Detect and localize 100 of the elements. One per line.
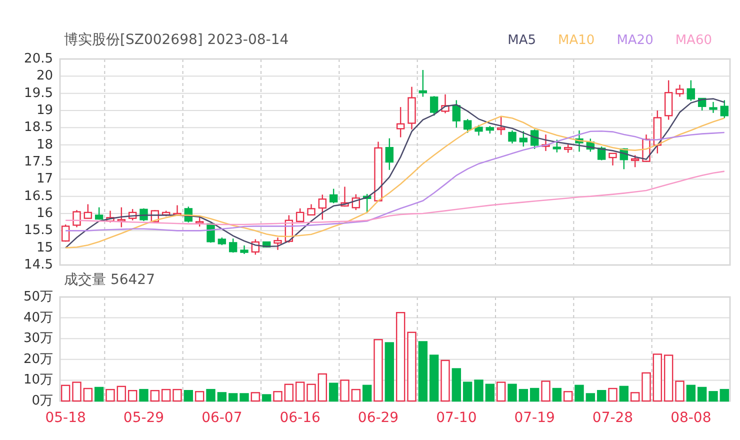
candlestick [307, 204, 316, 216]
axis-label: 16 [36, 206, 53, 221]
candlestick [195, 216, 204, 227]
legend-label: MA10 [558, 32, 595, 48]
volume-bar [284, 384, 294, 402]
candlestick [709, 102, 718, 113]
candlestick [698, 98, 706, 110]
axis-label: 19.5 [24, 86, 53, 101]
axis-label: 40万 [23, 310, 53, 326]
legend-label: MA20 [616, 32, 654, 48]
candlestick [72, 210, 81, 228]
candlestick [408, 86, 416, 130]
candlestick [262, 241, 271, 248]
volume-bar [586, 393, 596, 402]
volume-bar [675, 380, 684, 402]
volume-bar [708, 391, 718, 402]
axis-label: 15.5 [24, 223, 53, 238]
axis-label: 10万 [23, 372, 53, 388]
volume-bar [686, 384, 696, 402]
date-label: 08-08 [670, 410, 712, 426]
axis-label: 30万 [23, 331, 53, 346]
chart-title: 博实股份[SZ002698] 2023-08-14 [64, 31, 289, 49]
legend-label: MA60 [675, 32, 712, 48]
volume-bar [541, 380, 550, 402]
volume-bar [228, 393, 238, 402]
volume-bar [440, 360, 450, 402]
candlestick [441, 94, 450, 114]
candlestick [352, 194, 360, 210]
axis-label: 20.5 [24, 52, 53, 66]
volume-bar [374, 339, 383, 402]
volume-bar [72, 382, 82, 402]
axis-label: 20 [36, 68, 53, 84]
volume-bar [596, 390, 606, 402]
axis-label: 17 [36, 172, 53, 187]
volume-bar [474, 380, 484, 402]
volume-bar [642, 372, 651, 402]
candlestick [318, 194, 327, 220]
candlestick [463, 119, 472, 133]
volume-bar [184, 390, 194, 402]
volume-bar [485, 384, 495, 402]
candlestick [374, 142, 382, 202]
candlestick [664, 80, 673, 120]
chart-title: 成交量 56427 [64, 271, 155, 289]
candlestick [508, 130, 516, 144]
volume-bar [407, 332, 416, 402]
volume-bar [206, 388, 216, 402]
date-label: 05-18 [45, 410, 86, 426]
volume-bar [608, 388, 618, 402]
axis-label: 20万 [23, 352, 53, 367]
candlestick [542, 134, 550, 152]
candlestick [396, 107, 405, 138]
candlestick [117, 207, 126, 228]
candlestick [620, 148, 628, 170]
volume-bar [217, 392, 227, 402]
volume-bar [652, 354, 662, 402]
candlestick [486, 126, 494, 134]
candlestick [274, 238, 282, 250]
candlestick [586, 138, 595, 152]
candlestick [340, 186, 349, 207]
axis-label: 0万 [32, 394, 53, 408]
candlestick [385, 138, 394, 170]
axis-label: 14.5 [24, 258, 53, 272]
volume-bar [116, 386, 126, 402]
candlestick [630, 155, 640, 168]
volume-bar [295, 382, 305, 402]
volume-bar [194, 391, 204, 402]
volume-bar [552, 388, 562, 402]
volume-bar [139, 388, 148, 402]
candlestick [720, 100, 729, 118]
candlestick [575, 130, 584, 152]
volume-bar [172, 388, 182, 402]
volume-bar [563, 391, 573, 402]
legend-label: MA5 [508, 32, 536, 48]
volume-bar [340, 380, 350, 402]
candlestick [228, 238, 238, 253]
candlestick [128, 209, 137, 220]
candlestick [94, 207, 104, 220]
volume-bar [496, 382, 506, 402]
date-label: 07-28 [592, 410, 634, 426]
candlestick [496, 116, 506, 135]
candlestick [686, 80, 696, 101]
volume-bar [106, 388, 115, 402]
volume-bar [273, 391, 282, 402]
volume-bar [306, 384, 316, 402]
volume-bar [574, 384, 584, 402]
candlestick [61, 224, 70, 242]
candlestick [162, 210, 170, 216]
volume-bar [664, 354, 674, 402]
candlestick [140, 208, 148, 222]
volume-bar [720, 388, 730, 402]
volume-bar [161, 388, 171, 402]
volume-bar [94, 386, 104, 402]
candlestick [418, 70, 428, 97]
candlestick [218, 238, 226, 246]
candlestick [530, 129, 539, 149]
axis-label: 16.5 [24, 188, 53, 204]
volume-bar [508, 384, 517, 402]
candlestick [564, 144, 572, 153]
date-label: 07-19 [514, 410, 555, 426]
volume-bar [518, 388, 528, 402]
